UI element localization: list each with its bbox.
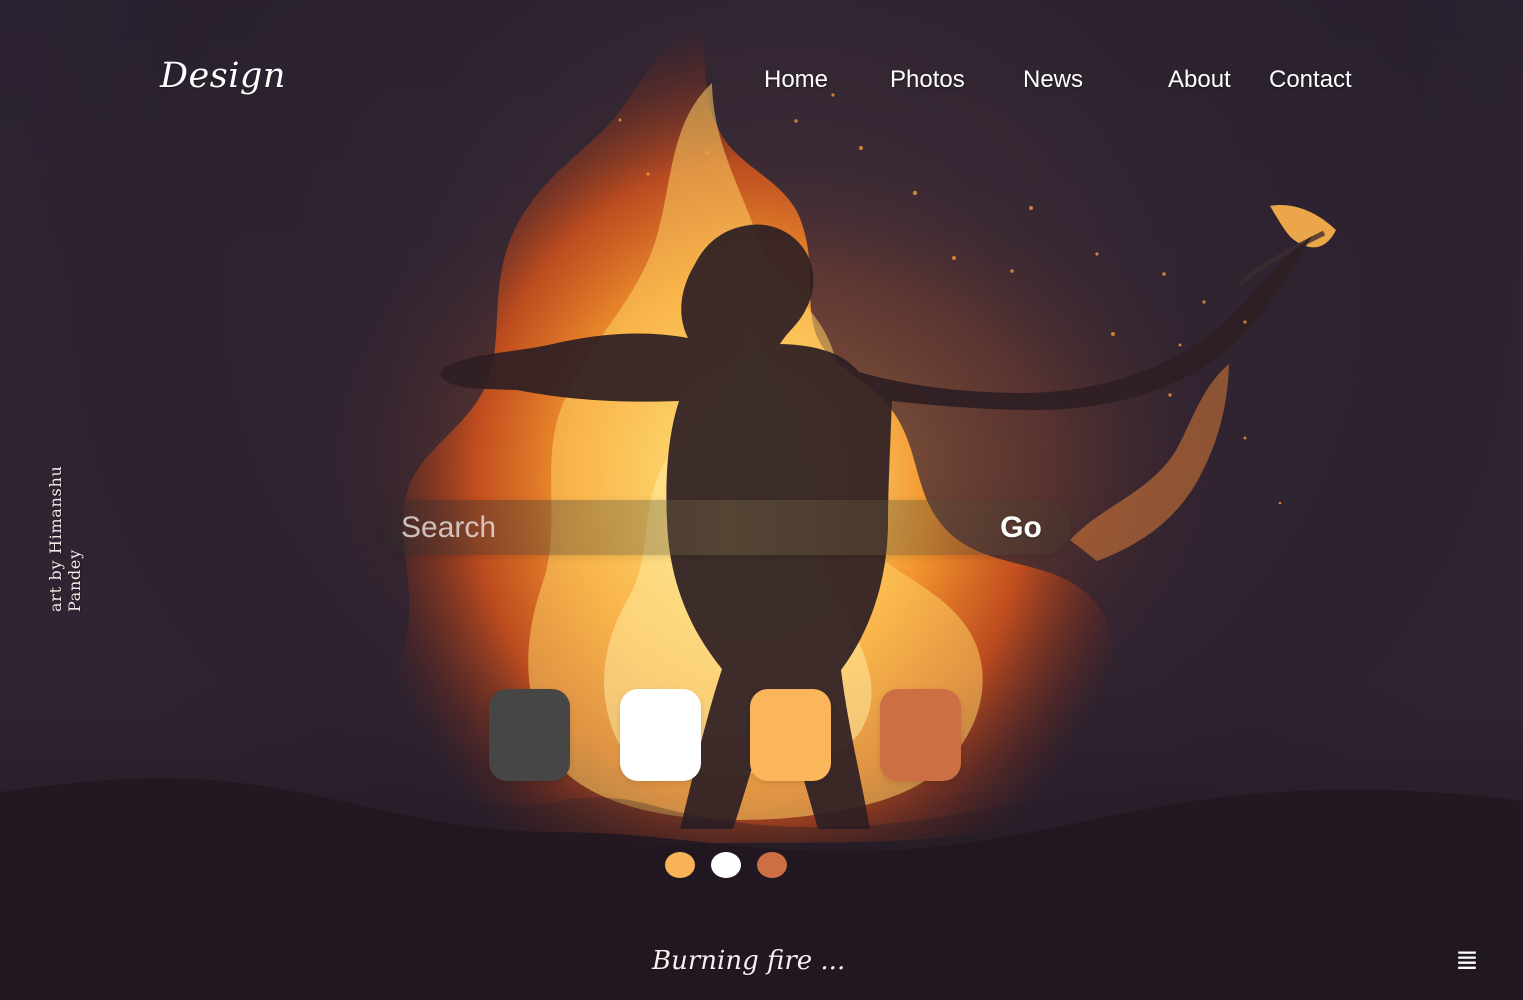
pagination-dot[interactable] xyxy=(665,852,695,878)
color-swatch[interactable] xyxy=(880,689,961,781)
search-bar: Go xyxy=(379,500,1071,555)
nav-about[interactable]: About xyxy=(1168,66,1231,94)
image-caption: Burning fire ... xyxy=(652,946,846,976)
search-go-button[interactable]: Go xyxy=(991,508,1051,548)
hero-section: Design Home Photos News About Contact ar… xyxy=(0,0,1523,1000)
artist-credit: art by Himanshu Pandey xyxy=(46,465,84,612)
pagination-dot[interactable] xyxy=(757,852,787,878)
main-nav: Home Photos News About Contact xyxy=(0,66,1523,102)
menu-icon[interactable]: ≣ xyxy=(1455,946,1479,974)
nav-contact[interactable]: Contact xyxy=(1269,66,1352,94)
nav-news[interactable]: News xyxy=(1023,66,1083,94)
nav-home[interactable]: Home xyxy=(764,66,828,94)
color-swatch[interactable] xyxy=(620,689,701,781)
pagination-dot[interactable] xyxy=(711,852,741,878)
color-swatch[interactable] xyxy=(489,689,570,781)
color-swatch[interactable] xyxy=(750,689,831,781)
search-input[interactable] xyxy=(399,508,963,548)
nav-photos[interactable]: Photos xyxy=(890,66,965,94)
color-swatches xyxy=(489,689,961,781)
pagination-dots xyxy=(665,852,788,878)
